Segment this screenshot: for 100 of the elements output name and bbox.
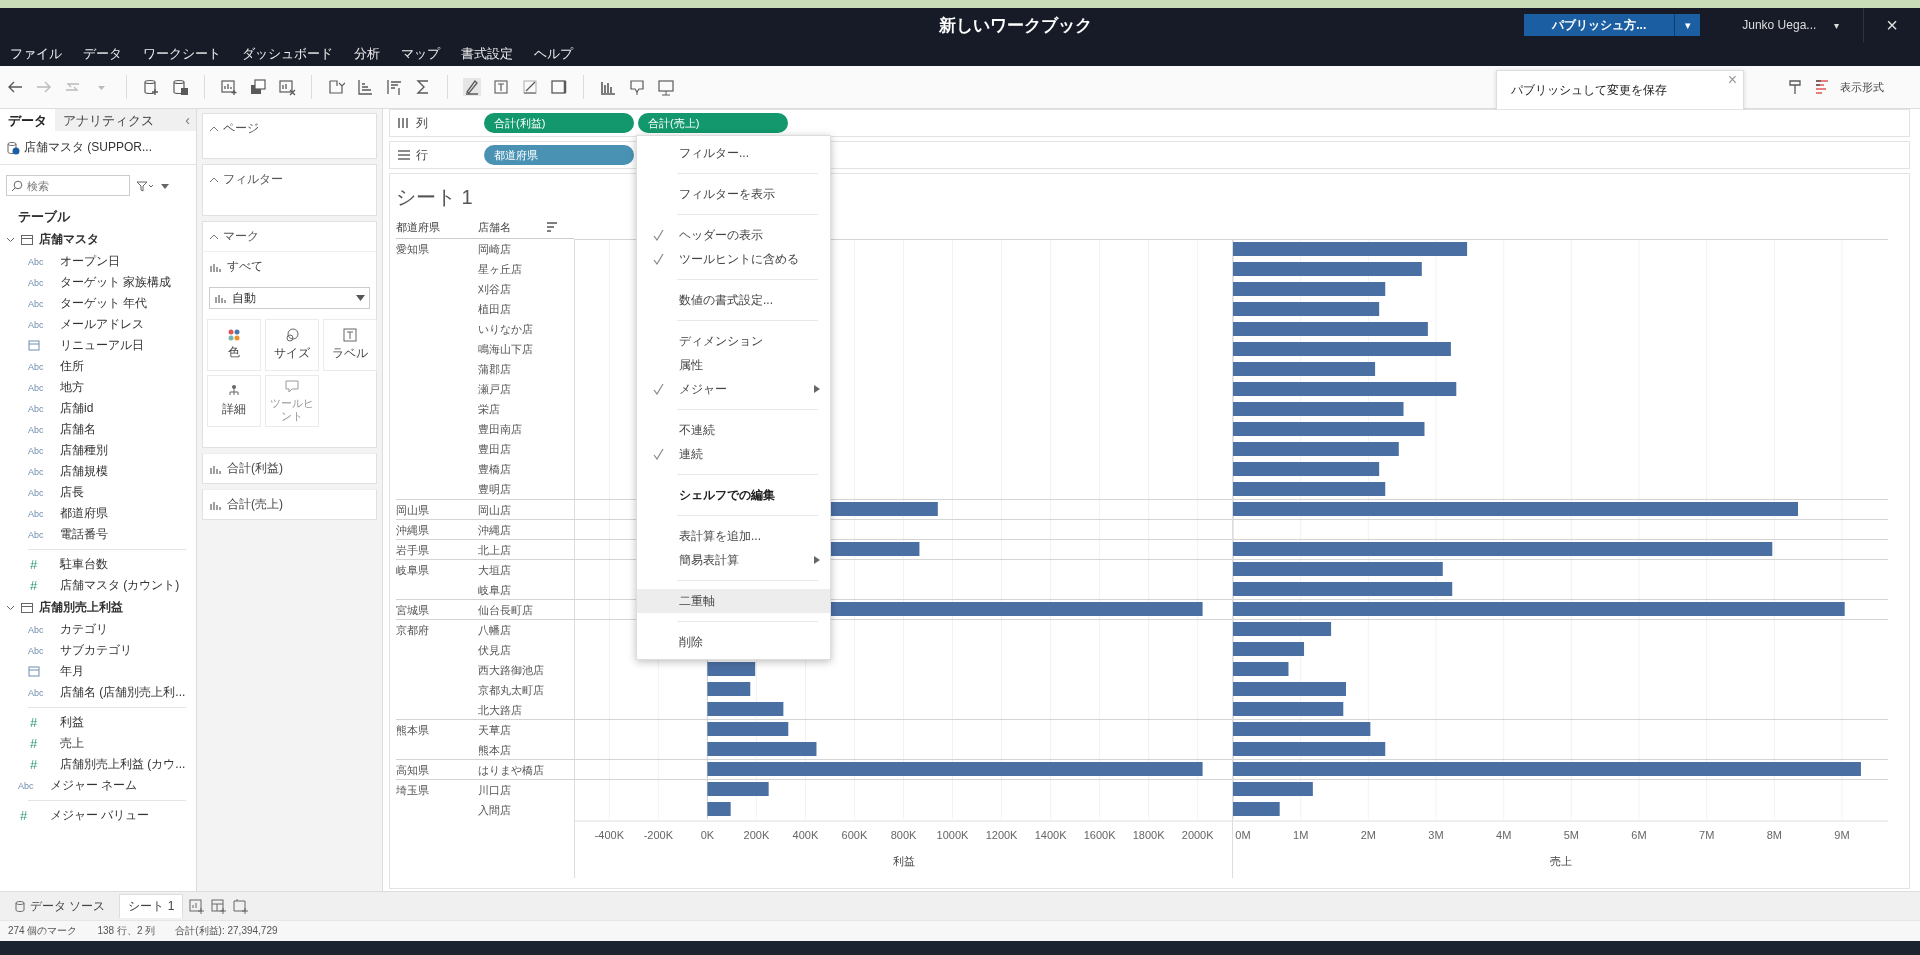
menu-item[interactable]: ツールヒントに含める — [637, 247, 830, 271]
add-data-source-icon[interactable] — [142, 78, 160, 96]
menu-item[interactable]: ディメンション — [637, 329, 830, 353]
field-name[interactable]: 地方 — [60, 379, 84, 396]
chevron-down-icon[interactable] — [6, 235, 15, 244]
field-name[interactable]: ターゲット 年代 — [60, 295, 148, 312]
field-name[interactable]: メジャー ネーム — [50, 777, 138, 794]
new-worksheet-icon[interactable] — [189, 898, 206, 914]
marks-layer-card[interactable]: 合計(利益) — [202, 453, 377, 484]
marks-layer-card[interactable]: 合計(売上) — [202, 489, 377, 520]
fit-icon[interactable] — [550, 78, 568, 96]
menu-item[interactable]: フィルター... — [637, 141, 830, 165]
user-menu[interactable]: Junko Uega... — [1730, 18, 1829, 32]
publish-dropdown[interactable]: ▾ — [1674, 14, 1701, 36]
table-name[interactable]: 店舗別売上利益 — [39, 599, 123, 616]
field-name[interactable]: 店舗名 (店舗別売上利... — [60, 684, 186, 701]
field-name[interactable]: オープン日 — [60, 253, 120, 270]
publish-button[interactable]: パブリッシュ方... — [1524, 14, 1675, 36]
pane-tab[interactable]: アナリティクス — [55, 109, 162, 131]
field-name[interactable]: カテゴリ — [60, 621, 108, 638]
sort-icon[interactable] — [546, 222, 558, 232]
mark-property-button[interactable]: ラベル — [323, 319, 377, 371]
field-name[interactable]: ターゲット 家族構成 — [60, 274, 172, 291]
field-pill[interactable]: 合計(利益) — [484, 113, 634, 133]
field-name[interactable]: 利益 — [60, 714, 84, 731]
search-field[interactable]: 検索 — [6, 175, 130, 196]
sort-descending-icon[interactable] — [385, 78, 403, 96]
annotate-icon[interactable] — [521, 78, 539, 96]
menu-item[interactable]: マップ — [401, 45, 440, 63]
menu-item[interactable]: 連続 — [637, 442, 830, 466]
menu-item[interactable]: ヘッダーの表示 — [637, 223, 830, 247]
text-label-icon[interactable] — [492, 78, 510, 96]
field-name[interactable]: 店舗名 — [60, 421, 96, 438]
field-name[interactable]: 売上 — [60, 735, 84, 752]
field-name[interactable]: 都道府県 — [60, 505, 108, 522]
field-name[interactable]: 店舗マスタ (カウント) — [60, 577, 180, 594]
field-name[interactable]: リニューアル日 — [60, 337, 144, 354]
menu-item[interactable]: 書式設定 — [461, 45, 513, 63]
field-name[interactable]: 住所 — [60, 358, 84, 375]
field-name[interactable]: 店舗種別 — [60, 442, 108, 459]
filter-icon[interactable] — [136, 179, 154, 192]
menu-item[interactable]: 表計算を追加... — [637, 524, 830, 548]
menu-item[interactable]: 分析 — [354, 45, 380, 63]
field-name[interactable]: 店舗id — [60, 400, 94, 417]
collapse-icon[interactable] — [209, 175, 219, 184]
menu-item[interactable]: フィルターを表示 — [637, 182, 830, 206]
format-icon[interactable] — [1814, 78, 1830, 96]
tooltip-icon[interactable] — [628, 78, 646, 96]
marks-layer[interactable]: すべて — [227, 258, 263, 275]
field-name[interactable]: 店舗別売上利益 (カウ... — [60, 756, 186, 773]
field-name[interactable]: メールアドレス — [60, 316, 144, 333]
field-name[interactable]: サブカテゴリ — [60, 642, 132, 659]
menu-item[interactable]: ヘルプ — [534, 45, 573, 63]
collapse-button[interactable]: ‹ — [185, 112, 196, 128]
swap-icon[interactable] — [327, 78, 345, 96]
layer-name[interactable]: 合計(売上) — [227, 496, 283, 513]
menu-item[interactable]: シェルフでの編集 — [637, 483, 830, 507]
field-pill[interactable]: 合計(売上) — [638, 113, 788, 133]
mark-type-dropdown[interactable]: 自動 — [209, 287, 370, 309]
pause-data-icon[interactable] — [171, 78, 189, 96]
sheet-tab[interactable]: データ ソース — [6, 894, 114, 918]
close-button[interactable]: × — [1863, 8, 1920, 42]
clear-sheet-icon[interactable] — [278, 78, 296, 96]
table-name[interactable]: 店舗マスタ — [39, 231, 99, 248]
menu-item[interactable]: 数値の書式設定... — [637, 288, 830, 312]
presentation-icon[interactable] — [657, 78, 675, 96]
field-name[interactable]: 電話番号 — [60, 526, 108, 543]
menu-item[interactable]: ダッシュボード — [242, 45, 333, 63]
mark-property-button[interactable]: サイズ — [265, 319, 319, 371]
user-dropdown[interactable]: ▾ — [1828, 18, 1846, 32]
pin-icon[interactable] — [1786, 78, 1804, 96]
menu-item[interactable]: 属性 — [637, 353, 830, 377]
chevron-down-icon[interactable] — [6, 603, 15, 612]
menu-item[interactable]: 不連続 — [637, 418, 830, 442]
new-story-icon[interactable] — [233, 898, 250, 914]
field-name[interactable]: 駐車台数 — [60, 556, 108, 573]
data-source-name[interactable]: 店舗マスタ (SUPPOR... — [24, 139, 152, 156]
mark-property-button[interactable]: 色 — [207, 319, 261, 371]
pane-tab[interactable]: データ — [0, 109, 55, 131]
field-name[interactable]: 店舗規模 — [60, 463, 108, 480]
format-label[interactable]: 表示形式 — [1840, 79, 1884, 95]
menu-item[interactable]: データ — [83, 45, 122, 63]
field-name[interactable]: 年月 — [60, 663, 84, 680]
menu-item[interactable]: ワークシート — [143, 45, 221, 63]
sort-ascending-icon[interactable] — [356, 78, 374, 96]
highlight-icon[interactable] — [463, 78, 481, 96]
menu-item[interactable]: ファイル — [10, 45, 62, 63]
menu-item[interactable]: 削除 — [637, 630, 830, 654]
mark-property-button[interactable]: 詳細 — [207, 375, 261, 427]
menu-item[interactable]: 簡易表計算 — [637, 548, 830, 572]
layer-name[interactable]: 合計(利益) — [227, 460, 283, 477]
new-dashboard-icon[interactable] — [211, 898, 228, 914]
sheet-tab[interactable]: シート 1 — [119, 894, 184, 918]
collapse-icon[interactable] — [209, 124, 219, 133]
field-name[interactable]: メジャー バリュー — [50, 807, 150, 824]
duplicate-sheet-icon[interactable] — [249, 78, 267, 96]
new-sheet-icon[interactable] — [220, 78, 238, 96]
menu-item[interactable]: 二重軸 — [637, 589, 830, 613]
field-name[interactable]: 店長 — [60, 484, 84, 501]
menu-item[interactable]: メジャー — [637, 377, 830, 401]
